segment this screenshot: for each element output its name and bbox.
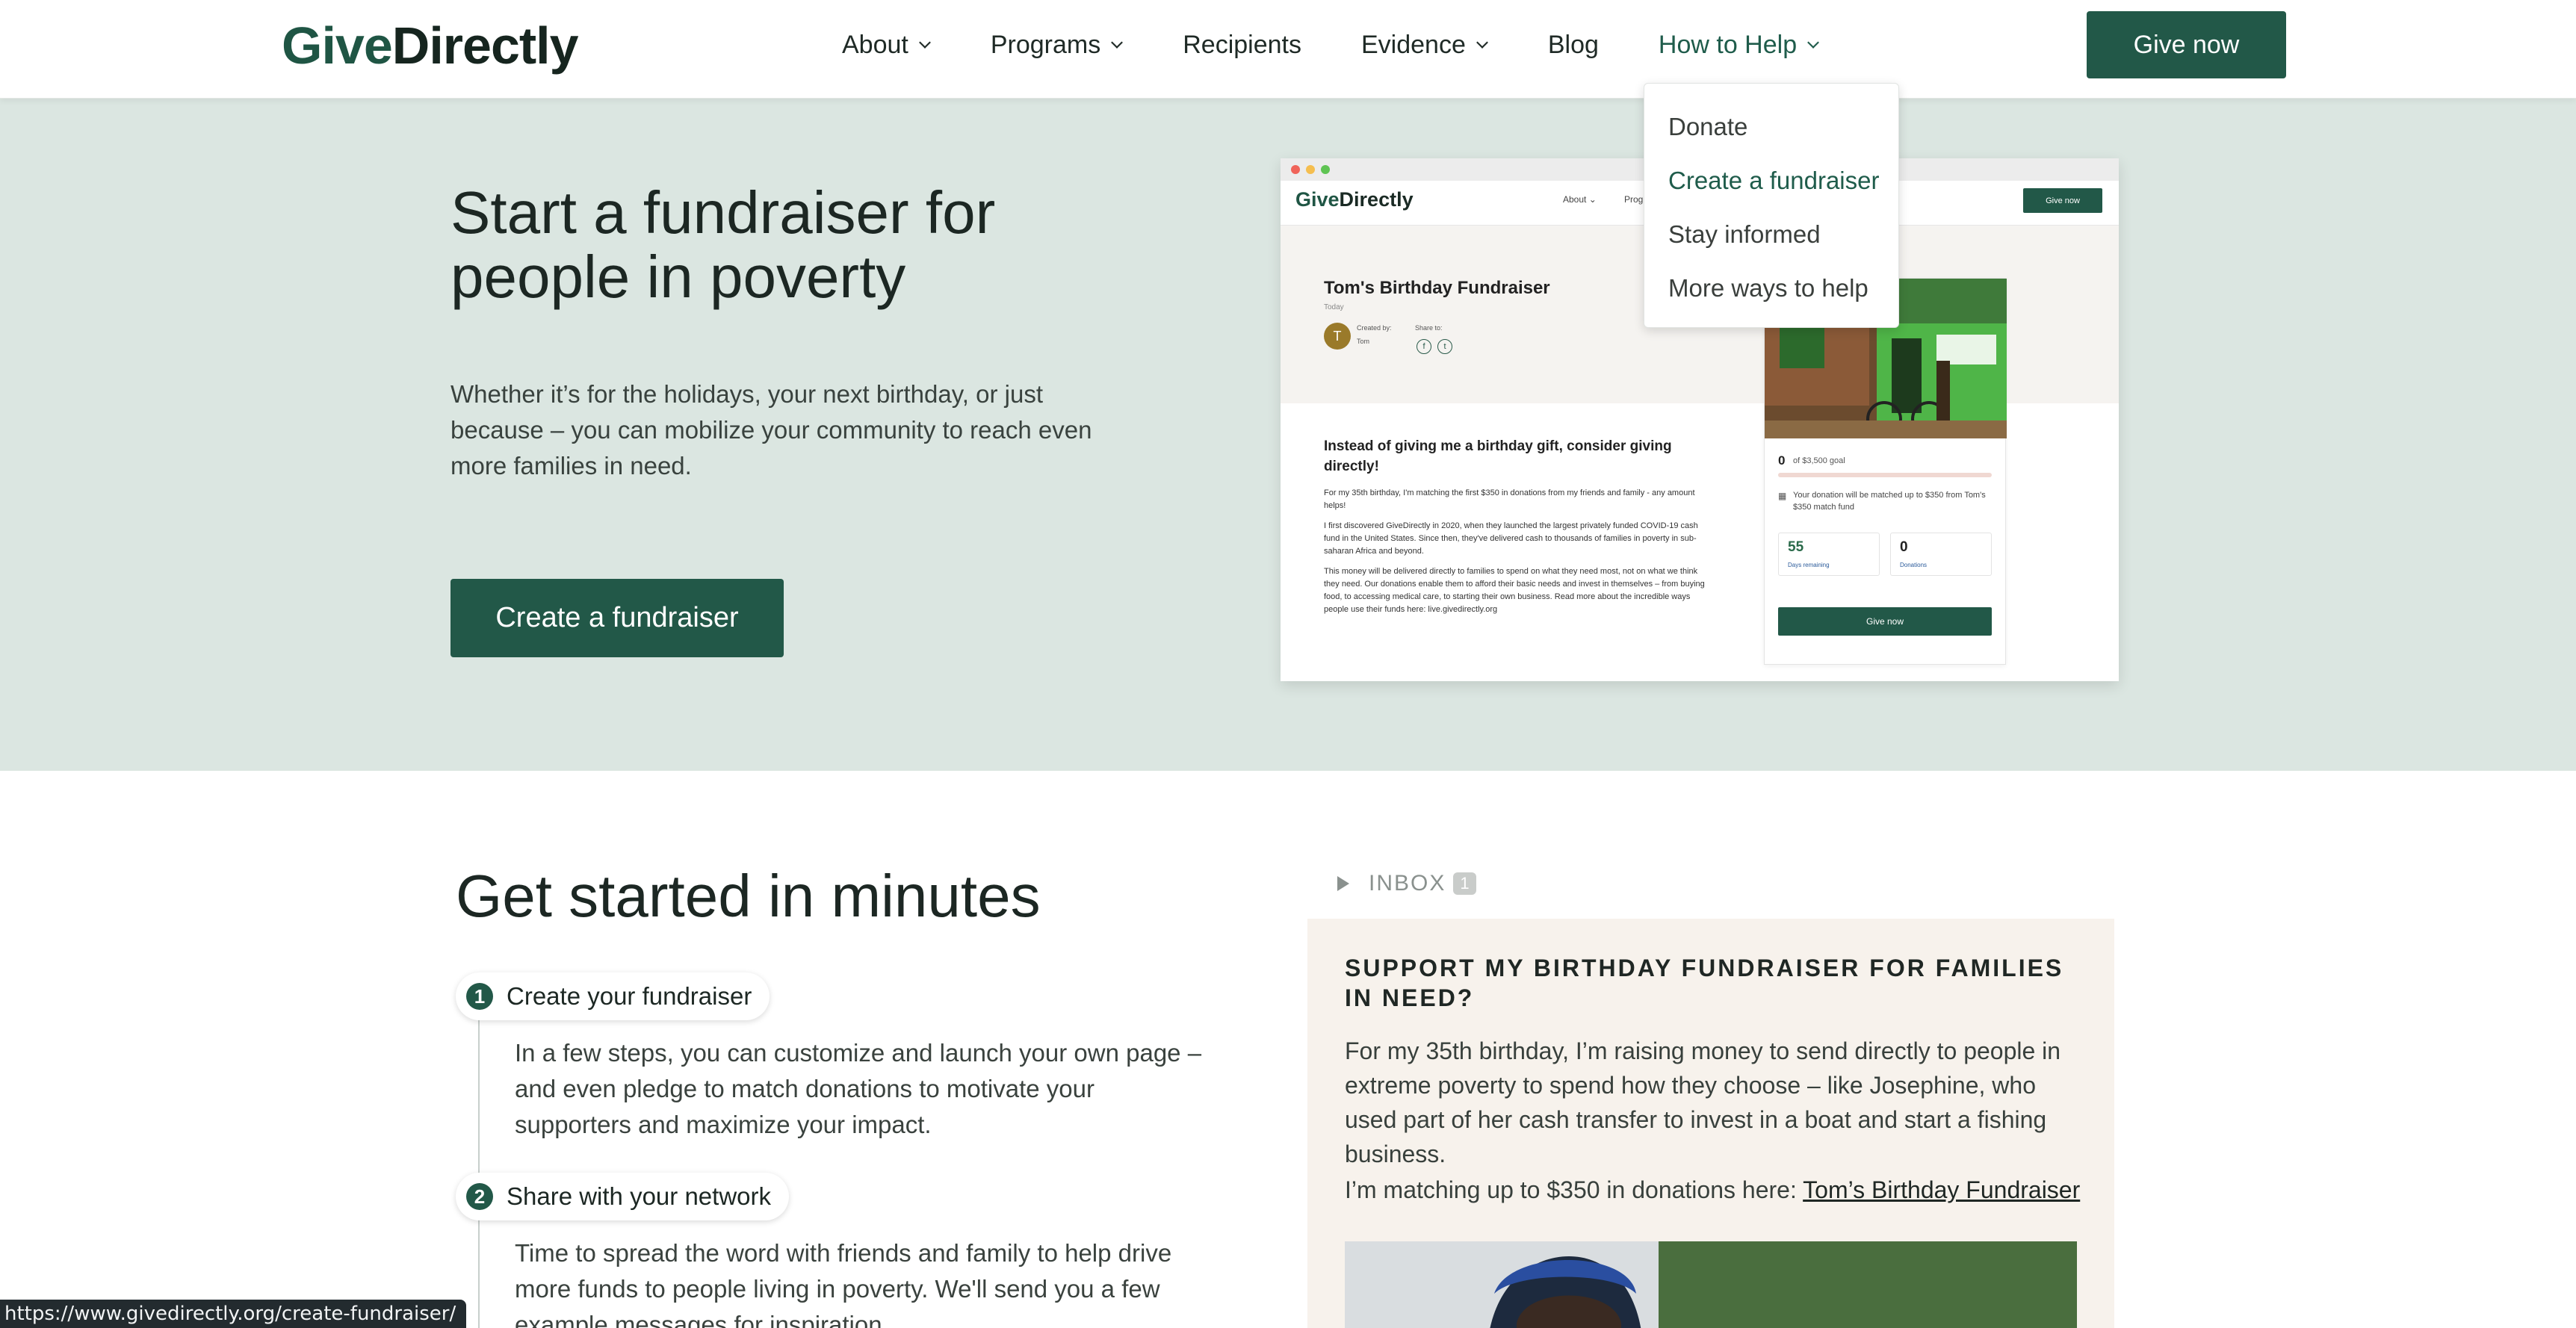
main-nav: About Programs Recipients Evidence Blog … [842,22,1879,67]
givedirectly-logo[interactable]: GiveDirectly [282,12,579,79]
mock-progress-bar [1778,473,1992,477]
mock-goal: of $3,500 goal [1793,456,1845,465]
mock-amount-raised: 0 [1778,453,1786,468]
step-number: 1 [466,983,493,1010]
mock-logo-give: Give [1295,188,1340,211]
step-number: 2 [466,1183,493,1210]
twitter-icon: t [1437,339,1452,354]
hero-title: Start a fundraiser for people in poverty [451,179,996,310]
hero-description: Whether it’s for the holidays, your next… [451,380,1092,480]
josephine-image [1345,1241,2077,1328]
nav-how-to-help-label: How to Help [1658,30,1798,59]
mock-nav-about: About ⌄ [1563,194,1597,205]
play-triangle-icon [1337,876,1349,891]
nav-about[interactable]: About [842,31,931,60]
logo-directly-text: Directly [391,16,579,75]
nav-programs-label: Programs [990,30,1101,59]
nav-blog-label: Blog [1547,30,1599,59]
site-header: GiveDirectly About Programs Recipients E… [0,0,2576,99]
mock-story: Instead of giving me a birthday gift, co… [1324,436,1712,624]
link-preview-status-bar: https://www.givedirectly.org/create-fund… [0,1300,467,1328]
window-minimize-dot [1306,165,1315,174]
steps-timeline-line [478,1008,480,1328]
nav-programs[interactable]: Programs [990,30,1124,60]
mock-days-stat: 55 Days remaining [1778,533,1880,576]
how-to-help-dropdown: Donate Create a fundraiser Stay informed… [1644,83,1899,328]
step-label: Create your fundraiser [507,982,752,1010]
step-2-pill: 2 Share with your network [456,1173,789,1220]
dropdown-item-donate[interactable]: Donate [1644,100,1898,154]
avatar: T [1324,323,1351,350]
mock-give-now-button: Give now [2023,188,2102,213]
mock-days-value: 55 [1788,539,1804,555]
mock-donations-stat: 0 Donations [1890,533,1992,576]
dropdown-item-stay-informed[interactable]: Stay informed [1644,208,1898,261]
inbox-label: INBOX [1369,871,1446,896]
window-maximize-dot [1321,165,1330,174]
mock-fundraiser-title: Tom's Birthday Fundraiser [1324,278,1550,298]
mock-match-note: Your donation will be matched up to $350… [1793,491,1986,512]
mock-share-to: Share to: [1415,324,1443,332]
get-started-title: Get started in minutes [456,863,1041,929]
inbox-header[interactable]: INBOX 1 [1337,871,1476,896]
mock-donations-value: 0 [1900,539,1908,555]
mock-story-paragraph: This money will be delivered directly to… [1324,567,1705,614]
nav-recipients-label: Recipients [1183,30,1301,59]
mock-date: Today [1324,303,1344,311]
mock-donation-card: 0 of $3,500 goal ▦ Your donation will be… [1764,278,2007,665]
window-close-dot [1291,165,1300,174]
chevron-down-icon [1476,37,1488,49]
give-now-button[interactable]: Give now [2087,11,2286,78]
logo-give-text: Give [282,16,393,75]
step-description: In a few steps, you can customize and la… [515,1039,1202,1138]
email-matching-line: I’m matching up to $350 in donations her… [1345,1173,2092,1207]
email-preview: SUPPORT MY BIRTHDAY FUNDRAISER FOR FAMIL… [1307,919,2114,1328]
nav-blog[interactable]: Blog [1548,31,1599,60]
mock-creator: Tom [1357,338,1370,345]
nav-evidence-label: Evidence [1360,30,1466,59]
fundraiser-link[interactable]: Tom’s Birthday Fundraiser [1803,1176,2080,1203]
mock-days-label: Days remaining [1788,562,1830,568]
nav-evidence[interactable]: Evidence [1361,31,1488,60]
dropdown-item-more-ways[interactable]: More ways to help [1644,261,1898,315]
match-icon: ▦ [1778,491,1787,501]
mock-donations-label: Donations [1900,562,1928,568]
nav-how-to-help[interactable]: How to Help [1658,30,1820,60]
inbox-count-badge: 1 [1453,872,1476,895]
step-1-pill: 1 Create your fundraiser [456,972,770,1020]
nav-recipients[interactable]: Recipients [1183,31,1301,60]
hero-section: Start a fundraiser for people in poverty… [0,99,2576,771]
mock-story-heading: Instead of giving me a birthday gift, co… [1324,438,1672,474]
step-label: Share with your network [507,1182,771,1210]
chevron-down-icon [918,37,931,49]
email-matching-text: I’m matching up to $350 in donations her… [1345,1176,1803,1203]
create-fundraiser-button[interactable]: Create a fundraiser [451,579,784,657]
email-body: For my 35th birthday, I’m raising money … [1345,1037,2061,1167]
mock-nav-programs: Prog [1624,194,1644,205]
mock-story-paragraph: I first discovered GiveDirectly in 2020,… [1324,521,1698,556]
josephine-photo [1345,1241,2077,1328]
mock-card-give-now: Give now [1778,607,1992,636]
facebook-icon: f [1417,339,1431,354]
step-description: Time to spread the word with friends and… [515,1239,1172,1328]
dropdown-item-create-fundraiser[interactable]: Create a fundraiser [1644,154,1898,208]
mock-story-paragraph: For my 35th birthday, I'm matching the f… [1324,488,1695,510]
nav-about-label: About [842,30,908,59]
chevron-down-icon [1111,37,1124,49]
mock-logo: GiveDirectly [1295,188,1414,211]
email-subject: SUPPORT MY BIRTHDAY FUNDRAISER FOR FAMIL… [1345,955,2064,1011]
mock-created-by: Created by: [1357,324,1392,332]
chevron-down-icon [1807,37,1820,49]
mock-logo-directly: Directly [1339,188,1414,211]
